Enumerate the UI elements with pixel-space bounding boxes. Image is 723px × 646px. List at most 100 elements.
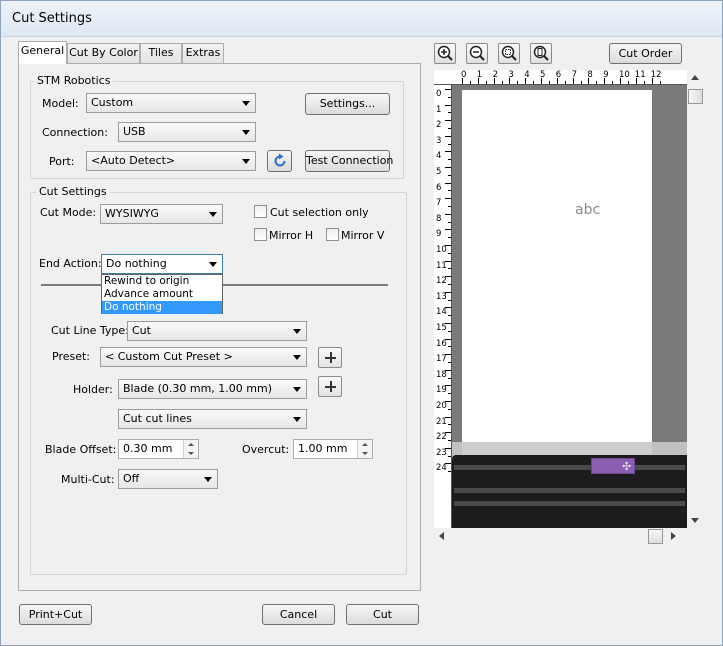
ruler-tick bbox=[448, 315, 451, 317]
add-holder-button[interactable] bbox=[318, 376, 342, 397]
model-select[interactable]: Custom bbox=[86, 93, 256, 113]
ruler-tick bbox=[445, 229, 451, 231]
test-connection-button[interactable]: Test Connection bbox=[305, 150, 393, 172]
spin-down-icon[interactable] bbox=[183, 449, 198, 458]
zoom-in-button[interactable] bbox=[434, 43, 456, 64]
ruler-number: 19 bbox=[436, 385, 447, 396]
end-action-dropdown-list: Rewind to origin Advance amount Do nothi… bbox=[101, 274, 223, 314]
tab-tiles[interactable]: Tiles bbox=[140, 43, 182, 63]
vertical-scrollbar[interactable] bbox=[687, 70, 704, 528]
cut-line-type-select[interactable]: Cut bbox=[127, 321, 307, 341]
zoom-out-button[interactable] bbox=[466, 43, 488, 64]
ruler-number: 1 bbox=[436, 104, 442, 115]
settings-button[interactable]: Settings... bbox=[305, 93, 390, 115]
ruler-tick bbox=[448, 143, 451, 145]
blade-offset-spinbox[interactable]: 0.30 mm bbox=[118, 439, 199, 459]
cut-selection-only-checkbox[interactable] bbox=[254, 205, 267, 218]
ruler-number: 6 bbox=[555, 70, 562, 80]
ruler-tick bbox=[580, 81, 582, 84]
cut-button[interactable]: Cut bbox=[346, 604, 419, 625]
cut-preview-canvas[interactable]: 0 1 2 3 4 5 6 7 8 9 10 11 12 0 1 2 3 4 5 6 7 8 9 10 11 12 13 14 15 1… bbox=[434, 70, 687, 528]
zoom-fit-icon bbox=[501, 45, 517, 61]
cut-order-button[interactable]: Cut Order bbox=[609, 43, 682, 64]
ruler-tick bbox=[448, 174, 451, 176]
ruler-number: 3 bbox=[508, 70, 514, 80]
ruler-tick bbox=[448, 221, 451, 223]
horizontal-scroll-thumb[interactable] bbox=[648, 529, 663, 544]
vertical-scroll-thumb[interactable] bbox=[688, 89, 703, 104]
zoom-out-icon bbox=[469, 45, 485, 61]
multi-cut-select[interactable]: Off bbox=[118, 469, 218, 489]
chevron-down-icon bbox=[209, 212, 217, 217]
cut-mode-select[interactable]: WYSIWYG bbox=[100, 204, 223, 224]
option-do-nothing[interactable]: Do nothing bbox=[102, 301, 222, 314]
model-value: Custom bbox=[91, 96, 134, 109]
scroll-up-icon[interactable] bbox=[691, 75, 699, 80]
ruler-tick bbox=[469, 81, 471, 84]
ruler-number: 5 bbox=[436, 167, 442, 177]
ruler-number: 2 bbox=[492, 70, 499, 80]
cut-selection-only-label: Cut selection only bbox=[270, 206, 369, 219]
paper-sheet: abc bbox=[462, 90, 652, 470]
port-select[interactable]: <Auto Detect> bbox=[86, 151, 256, 171]
ruler-tick bbox=[533, 81, 535, 84]
refresh-icon bbox=[274, 153, 285, 167]
option-advance-amount[interactable]: Advance amount bbox=[102, 288, 222, 301]
add-preset-button[interactable] bbox=[318, 347, 342, 368]
ruler-number: 2 bbox=[436, 120, 442, 131]
cut-mode-label: Cut Mode: bbox=[40, 206, 97, 219]
scroll-right-icon[interactable] bbox=[671, 532, 676, 540]
move-icon: ✣ bbox=[622, 460, 632, 473]
ruler-number: 24 bbox=[436, 463, 447, 474]
ruler-number: 11 bbox=[634, 70, 646, 80]
ruler-tick bbox=[448, 393, 451, 395]
window-title: Cut Settings bbox=[12, 11, 92, 26]
horizontal-scrollbar[interactable] bbox=[434, 528, 687, 545]
connection-select[interactable]: USB bbox=[118, 122, 256, 142]
end-action-select[interactable]: Do nothing bbox=[101, 254, 223, 274]
ruler-tick bbox=[445, 104, 451, 106]
tab-general[interactable]: General bbox=[18, 41, 67, 64]
model-label: Model: bbox=[42, 97, 79, 110]
spin-up-icon[interactable] bbox=[183, 440, 198, 449]
machine-slot bbox=[454, 488, 685, 493]
preset-select[interactable]: < Custom Cut Preset > bbox=[100, 347, 307, 367]
scroll-left-icon[interactable] bbox=[439, 532, 444, 540]
zoom-fit-button[interactable] bbox=[498, 43, 520, 64]
refresh-button[interactable] bbox=[267, 150, 292, 172]
holder-select[interactable]: Blade (0.30 mm, 1.00 mm) bbox=[118, 379, 307, 399]
ruler-tick bbox=[448, 471, 451, 473]
ruler-tick bbox=[448, 190, 451, 192]
overcut-spinbox[interactable]: 1.00 mm bbox=[293, 439, 373, 459]
cancel-button[interactable]: Cancel bbox=[262, 604, 335, 625]
chevron-down-icon bbox=[242, 159, 250, 164]
ruler-number: 12 bbox=[650, 70, 662, 80]
ruler-tick bbox=[501, 81, 503, 84]
ruler-number: 17 bbox=[436, 354, 447, 365]
tab-extras[interactable]: Extras bbox=[182, 43, 224, 63]
ruler-number: 1 bbox=[476, 70, 483, 80]
option-rewind-to-origin[interactable]: Rewind to origin bbox=[102, 275, 222, 288]
mirror-v-checkbox[interactable] bbox=[326, 228, 339, 241]
ruler-tick bbox=[448, 159, 451, 161]
ruler-number: 7 bbox=[436, 198, 442, 209]
cut-settings-group-title: Cut Settings bbox=[36, 185, 110, 198]
spin-down-icon[interactable] bbox=[357, 449, 372, 458]
preset-label: Preset: bbox=[52, 350, 91, 363]
ruler-number: 16 bbox=[436, 338, 447, 349]
ruler-tick bbox=[448, 440, 451, 441]
zoom-page-button[interactable] bbox=[530, 43, 552, 64]
ruler-tick bbox=[445, 89, 451, 90]
spin-up-icon[interactable] bbox=[357, 440, 372, 449]
scroll-down-icon[interactable] bbox=[691, 518, 699, 523]
ruler-tick bbox=[448, 128, 451, 129]
ruler-number: 11 bbox=[436, 260, 447, 271]
mirror-h-checkbox[interactable] bbox=[254, 228, 267, 241]
preset-value: < Custom Cut Preset > bbox=[105, 350, 233, 363]
ruler-tick bbox=[548, 81, 550, 84]
cut-lines-select[interactable]: Cut cut lines bbox=[118, 409, 307, 429]
multi-cut-label: Multi-Cut: bbox=[61, 473, 115, 486]
tab-cut-by-color[interactable]: Cut By Color bbox=[67, 43, 140, 63]
print-cut-button[interactable]: Print+Cut bbox=[19, 604, 92, 625]
ruler-tick bbox=[485, 81, 487, 84]
